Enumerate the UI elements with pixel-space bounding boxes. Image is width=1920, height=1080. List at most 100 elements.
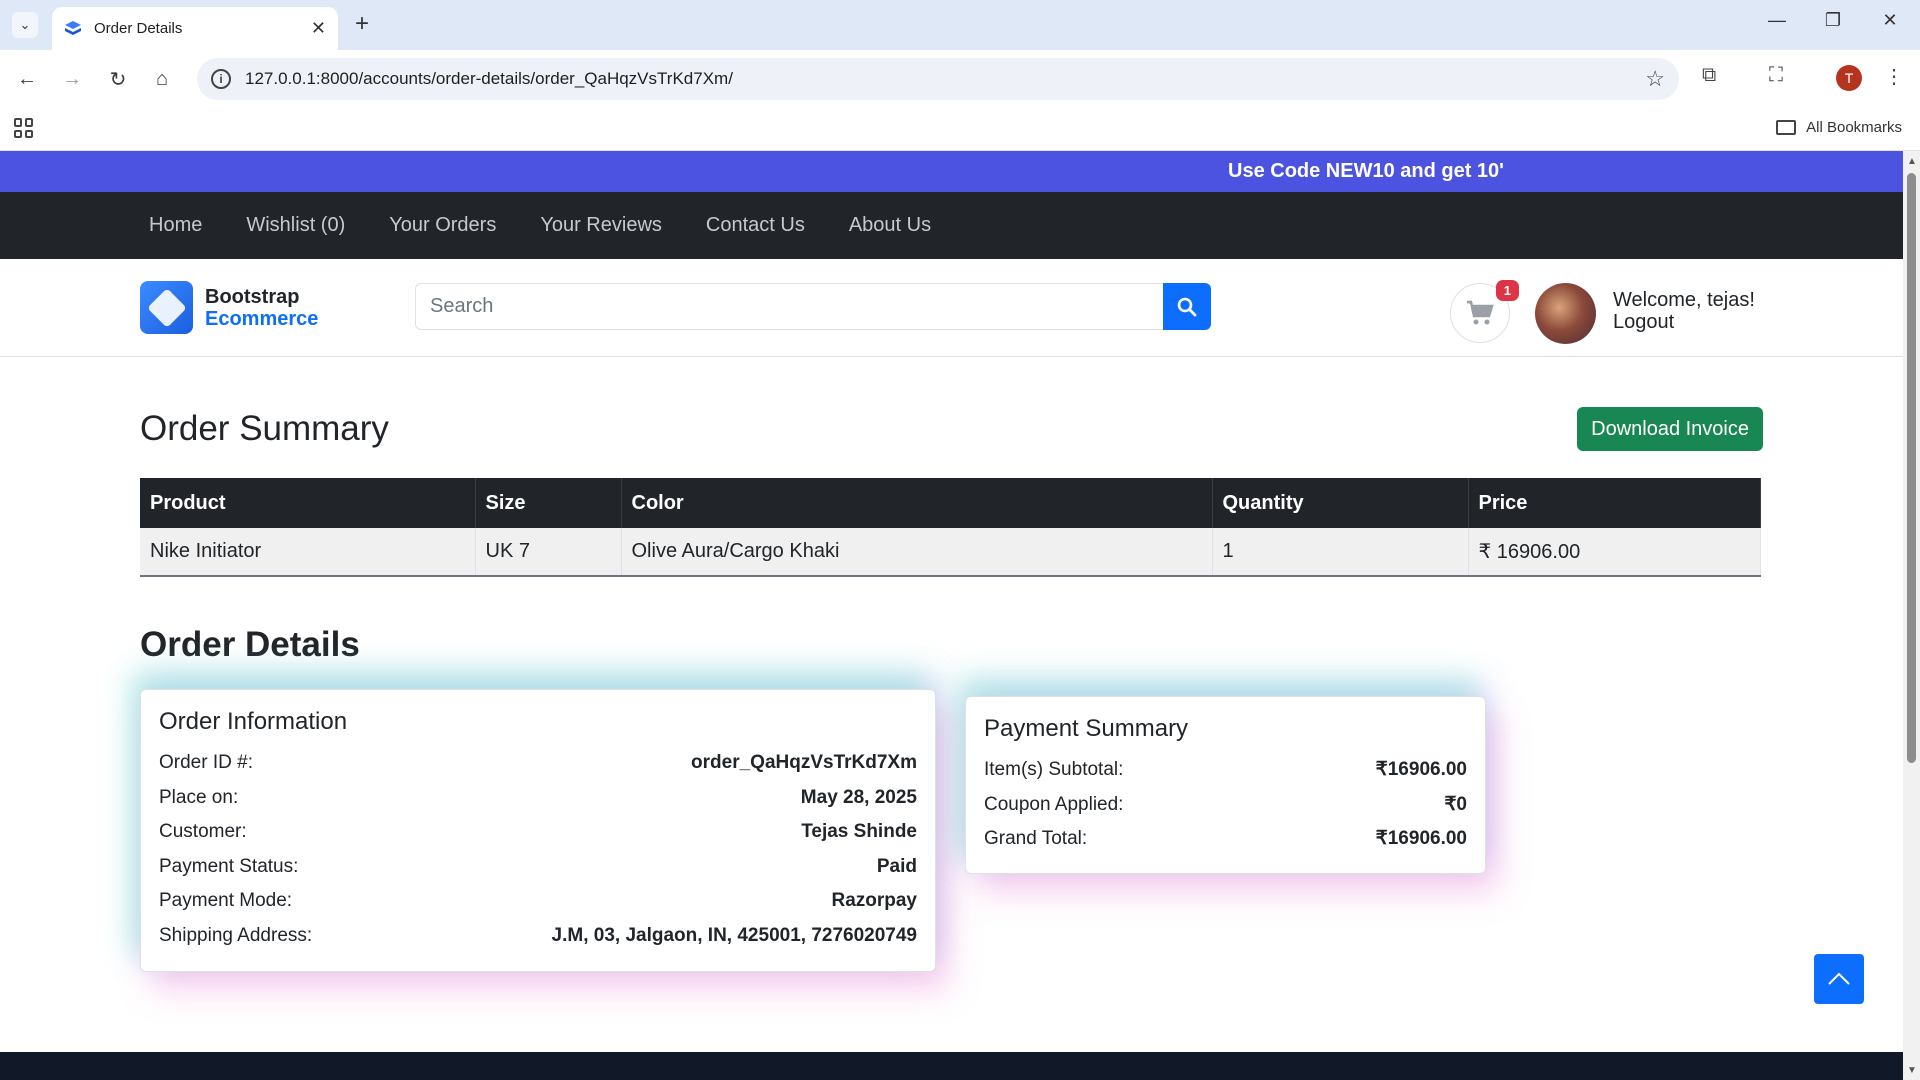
promo-text: Use Code NEW10 and get 10' [1228, 160, 1504, 182]
url-text[interactable]: 127.0.0.1:8000/accounts/order-details/or… [245, 69, 1645, 89]
promo-banner: Use Code NEW10 and get 10' [0, 151, 1903, 192]
bookmark-star-icon[interactable]: ☆ [1645, 66, 1665, 92]
payment-status-value: Paid [876, 855, 917, 877]
order-summary-title: Order Summary [140, 409, 389, 448]
reload-icon[interactable]: ↻ [104, 65, 132, 93]
order-information-title: Order Information [159, 708, 348, 735]
payment-summary-card: Payment Summary Item(s) Subtotal: ₹16906… [965, 696, 1486, 874]
nav-your-reviews[interactable]: Your Reviews [540, 214, 662, 237]
col-quantity: Quantity [1212, 478, 1469, 528]
coupon-row: Coupon Applied: ₹0 [984, 788, 1467, 823]
page-viewport: Use Code NEW10 and get 10' Home Wishlist… [0, 151, 1903, 1080]
minimize-icon[interactable]: — [1762, 10, 1792, 31]
folder-icon [1776, 120, 1797, 135]
subtotal-row: Item(s) Subtotal: ₹16906.00 [984, 753, 1467, 788]
nav-your-orders[interactable]: Your Orders [389, 214, 496, 237]
home-icon[interactable]: ⌂ [148, 65, 176, 93]
shipping-address-value: J.M, 03, Jalgaon, IN, 425001, 7276020749 [551, 924, 917, 946]
nav-contact-us[interactable]: Contact Us [706, 214, 805, 237]
extensions-icon[interactable]: ⧉ [1702, 64, 1716, 87]
field-label: Coupon Applied: [984, 793, 1124, 815]
restore-icon[interactable]: ❐ [1818, 10, 1848, 31]
payment-mode-row: Payment Mode: Razorpay [159, 884, 917, 919]
cart-icon [1467, 300, 1494, 325]
page-scrollbar[interactable]: ▲ ▼ [1903, 151, 1920, 1080]
order-details-title: Order Details [140, 625, 360, 664]
window-close-icon[interactable]: ✕ [1875, 10, 1905, 31]
nav-wishlist[interactable]: Wishlist (0) [246, 214, 345, 237]
field-label: Order ID #: [159, 752, 253, 773]
grand-total-row: Grand Total: ₹16906.00 [984, 822, 1467, 857]
order-id-row: Order ID #: order_QaHqzVsTrKd7Xm [159, 746, 917, 781]
all-bookmarks-label: All Bookmarks [1806, 119, 1902, 136]
field-label: Payment Mode: [159, 890, 293, 911]
back-to-top-button[interactable] [1814, 954, 1864, 1004]
cart-button[interactable]: 1 [1450, 280, 1519, 343]
field-label: Payment Status: [159, 855, 299, 877]
address-bar[interactable]: i 127.0.0.1:8000/accounts/order-details/… [197, 58, 1679, 100]
order-information-card: Order Information Order ID #: order_QaHq… [140, 689, 936, 972]
browser-tab-active[interactable]: Order Details ✕ [52, 7, 338, 50]
scroll-down-icon[interactable]: ▼ [1907, 1065, 1917, 1076]
payment-status-row: Payment Status: Paid [159, 850, 917, 885]
tab-title: Order Details [94, 20, 183, 37]
nav-home[interactable]: Home [149, 214, 202, 237]
col-product: Product [140, 478, 476, 528]
site-info-icon[interactable]: i [211, 69, 231, 89]
back-icon[interactable]: ← [13, 65, 41, 93]
search-input[interactable] [415, 283, 1163, 330]
customer-value: Tejas Shinde [801, 821, 917, 842]
order-detail-cards: Order Information Order ID #: order_QaHq… [140, 689, 1763, 989]
table-header-row: Product Size Color Quantity Price [140, 478, 1761, 528]
menu-kebab-icon[interactable]: ⋮ [1884, 64, 1904, 89]
grand-total-value: ₹16906.00 [1375, 828, 1467, 849]
apps-grid-icon[interactable] [14, 118, 34, 138]
cell-color: Olive Aura/Cargo Khaki [621, 528, 1213, 577]
order-summary-header: Order Summary Download Invoice [140, 407, 1763, 451]
all-bookmarks-button[interactable]: All Bookmarks [1776, 119, 1902, 136]
new-tab-icon[interactable]: + [355, 10, 369, 38]
chevron-up-icon [1828, 972, 1850, 985]
customer-row: Customer: Tejas Shinde [159, 815, 917, 850]
scroll-up-icon[interactable]: ▲ [1907, 156, 1917, 167]
logo-text-line1: Bootstrap [205, 285, 300, 308]
welcome-text: Welcome, tejas! [1613, 289, 1755, 311]
table-row: Nike Initiator UK 7 Olive Aura/Cargo Kha… [140, 528, 1761, 577]
search-icon [1177, 297, 1197, 316]
search-form [415, 283, 1211, 330]
placed-on-value: May 28, 2025 [800, 786, 917, 808]
order-id-value: order_QaHqzVsTrKd7Xm [691, 752, 917, 773]
scrollbar-thumb[interactable] [1907, 173, 1916, 763]
site-favicon-icon [65, 20, 81, 35]
field-label: Place on: [159, 786, 239, 808]
field-label: Shipping Address: [159, 924, 313, 946]
payment-summary-title: Payment Summary [984, 715, 1189, 742]
incognito-icon[interactable]: ⛶ [1769, 64, 1783, 87]
main-nav: Home Wishlist (0) Your Orders Your Revie… [0, 192, 1903, 259]
col-color: Color [621, 478, 1213, 528]
browser-toolbar: ← → ↻ ⌂ i 127.0.0.1:8000/accounts/order-… [0, 50, 1920, 108]
cell-product: Nike Initiator [140, 528, 476, 577]
site-logo[interactable]: Bootstrap Ecommerce [140, 281, 318, 334]
logout-link[interactable]: Logout [1613, 311, 1755, 333]
browser-tab-bar: ⌄ Order Details ✕ + — ❐ ✕ [0, 0, 1920, 50]
field-label: Grand Total: [984, 828, 1088, 849]
cart-count-badge: 1 [1495, 280, 1519, 301]
user-greeting: Welcome, tejas! Logout [1613, 289, 1755, 333]
tab-search-dropdown-icon[interactable]: ⌄ [12, 12, 38, 38]
cell-price: ₹ 16906.00 [1468, 528, 1761, 577]
download-invoice-button[interactable]: Download Invoice [1577, 407, 1763, 451]
field-label: Item(s) Subtotal: [984, 759, 1124, 780]
user-avatar[interactable] [1535, 283, 1596, 344]
tab-close-icon[interactable]: ✕ [311, 18, 326, 39]
cell-size: UK 7 [475, 528, 622, 577]
field-label: Customer: [159, 821, 247, 842]
site-header: Bootstrap Ecommerce 1 Welcome, tejas [0, 259, 1903, 357]
search-button[interactable] [1163, 283, 1211, 330]
profile-avatar[interactable]: T [1836, 65, 1862, 91]
placed-on-row: Place on: May 28, 2025 [159, 781, 917, 816]
col-size: Size [475, 478, 622, 528]
nav-about-us[interactable]: About Us [849, 214, 931, 237]
forward-icon[interactable]: → [58, 65, 86, 93]
coupon-value: ₹0 [1444, 793, 1467, 815]
